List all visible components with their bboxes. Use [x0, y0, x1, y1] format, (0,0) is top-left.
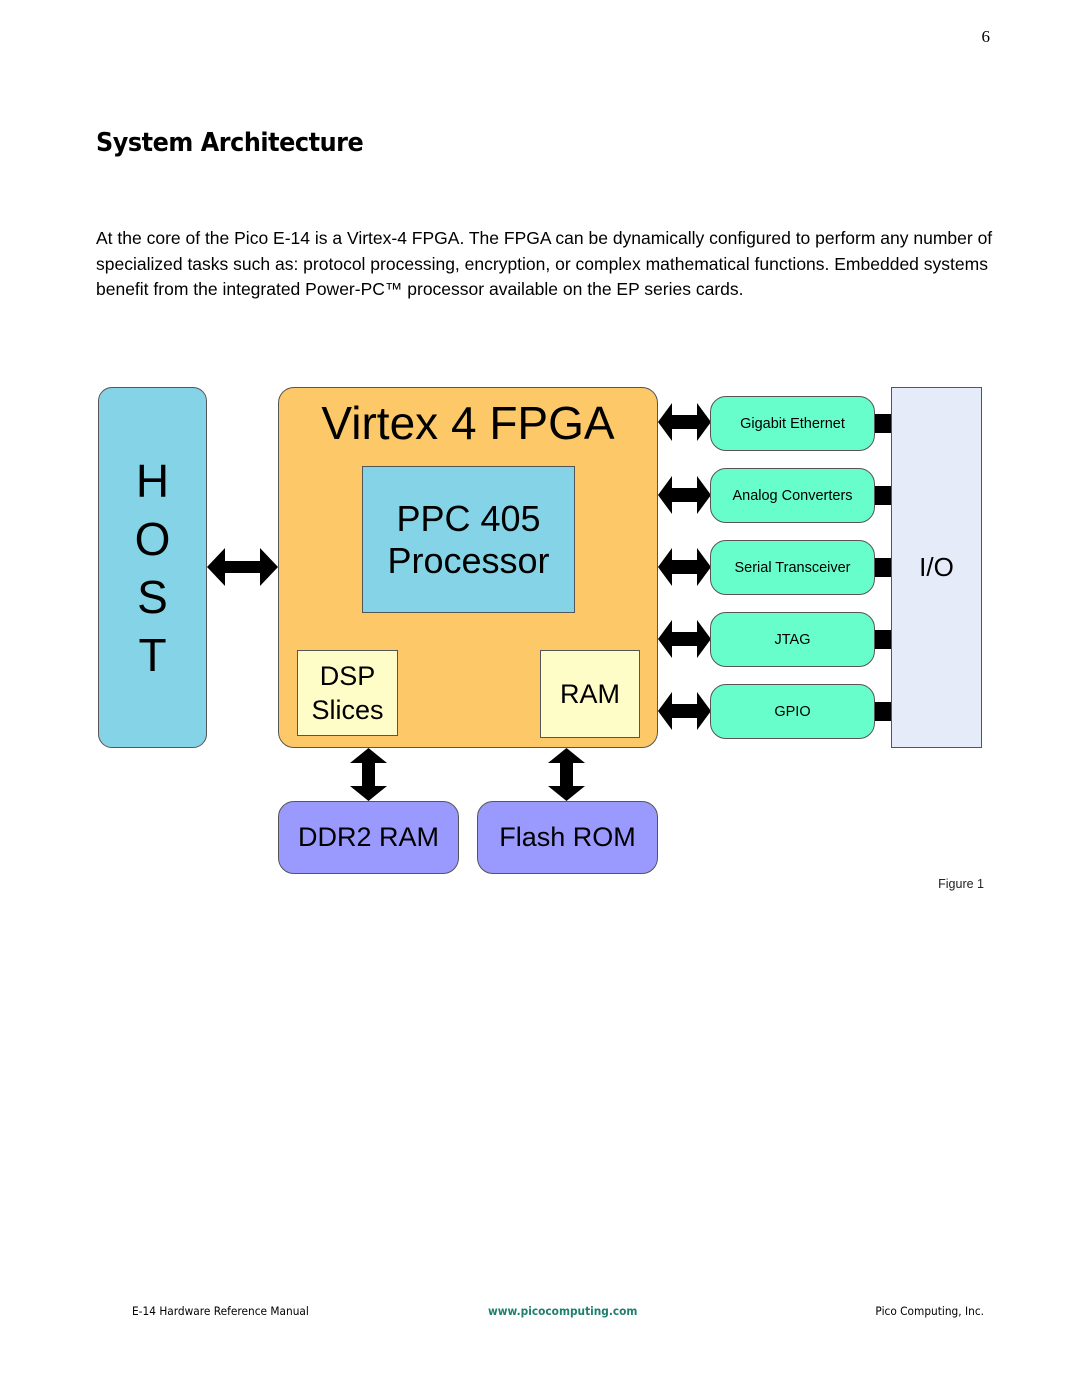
footer-website-link[interactable]: www.picocomputing.com	[488, 1304, 637, 1318]
host-fpga-arrow-icon	[207, 548, 278, 586]
dsp-label-line2: Slices	[311, 695, 384, 725]
host-letter: O	[134, 512, 171, 565]
dsp-slices-block: DSP Slices	[297, 650, 398, 736]
fpga-title: Virtex 4 FPGA	[321, 397, 615, 449]
io-interface-analog-converters: Analog Converters	[710, 468, 875, 523]
fpga-flash-arrow-icon	[548, 748, 585, 801]
io-interface-jtag: JTAG	[710, 612, 875, 667]
host-block: H O S T	[98, 387, 207, 748]
fpga-io-arrow-icon	[658, 403, 711, 441]
io-interface-gigabit-ethernet: Gigabit Ethernet	[710, 396, 875, 451]
flash-rom-block: Flash ROM	[477, 801, 658, 874]
fpga-io-arrow-icon	[658, 476, 711, 514]
io-interface-gpio: GPIO	[710, 684, 875, 739]
fpga-ddr2-arrow-icon	[350, 748, 387, 801]
host-letter: T	[138, 628, 167, 681]
intro-paragraph: At the core of the Pico E-14 is a Virtex…	[96, 228, 993, 299]
page-number: 6	[981, 27, 991, 46]
fpga-io-arrow-icon	[658, 692, 711, 730]
dsp-label-line1: DSP	[319, 661, 376, 691]
fpga-block: Virtex 4 FPGA PPC 405 Processor DSP Slic…	[278, 387, 658, 748]
section-heading: System Architecture	[96, 128, 364, 158]
footer-manual-title: E-14 Hardware Reference Manual	[132, 1304, 309, 1318]
footer-company: Pico Computing, Inc.	[875, 1304, 984, 1318]
io-panel: I/O	[891, 387, 982, 748]
io-connector	[875, 558, 892, 577]
figure-caption: Figure 1	[938, 877, 984, 891]
io-interface-serial-transceiver: Serial Transceiver	[710, 540, 875, 595]
ddr2-ram-block: DDR2 RAM	[278, 801, 459, 874]
io-connector	[875, 630, 892, 649]
fpga-ram-block: RAM	[540, 650, 640, 738]
processor-label-line2: Processor	[387, 539, 550, 581]
host-letter: S	[137, 570, 168, 623]
fpga-io-arrow-icon	[658, 620, 711, 658]
fpga-io-arrow-icon	[658, 548, 711, 586]
io-connector	[875, 414, 892, 433]
io-connector	[875, 486, 892, 505]
host-letter: H	[135, 454, 170, 507]
io-connector	[875, 702, 892, 721]
processor-label-line1: PPC 405	[396, 497, 541, 539]
processor-block: PPC 405 Processor	[362, 466, 575, 613]
